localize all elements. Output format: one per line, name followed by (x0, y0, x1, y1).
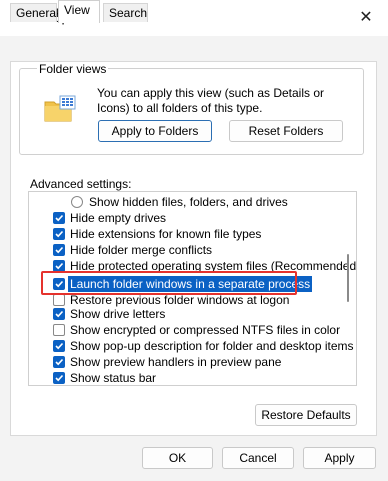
tab-view[interactable]: View (58, 0, 100, 23)
checkbox-checked[interactable] (53, 278, 65, 290)
list-item-label: Hide extensions for known file types (70, 227, 262, 241)
list-item[interactable]: Show preview handlers in preview pane (29, 354, 349, 370)
list-item-label: Show preview handlers in preview pane (70, 355, 282, 369)
list-item[interactable]: Hide extensions for known file types (29, 226, 349, 242)
checkbox-unchecked[interactable] (53, 324, 65, 336)
apply-to-folders-button[interactable]: Apply to Folders (98, 120, 212, 142)
list-item-label: Hide protected operating system files (R… (70, 259, 357, 273)
list-item-label: Hide empty drives (70, 211, 167, 225)
restore-defaults-button[interactable]: Restore Defaults (255, 404, 357, 426)
list-item[interactable]: Hide folder merge conflicts (29, 242, 349, 258)
checkbox-checked[interactable] (53, 212, 65, 224)
list-item-label: Show hidden files, folders, and drives (89, 195, 288, 209)
dialog-footer: OK Cancel Apply (0, 436, 388, 481)
radio-button[interactable] (71, 196, 83, 208)
checkbox-checked[interactable] (53, 372, 65, 384)
checkbox-checked[interactable] (53, 260, 65, 272)
tab-search[interactable]: Search (103, 3, 148, 22)
list-item-label: Hide folder merge conflicts (70, 243, 213, 257)
list-item[interactable]: Hide empty drives (29, 210, 349, 226)
list-item[interactable]: Show hidden files, folders, and drives (29, 194, 349, 210)
list-item[interactable]: Show status bar (29, 370, 349, 385)
checkbox-checked[interactable] (53, 308, 65, 320)
tab-general[interactable]: General (10, 3, 59, 22)
list-item-label: Launch folder windows in a separate proc… (68, 276, 313, 292)
close-icon[interactable]: ✕ (354, 6, 378, 30)
folder-views-description: You can apply this view (such as Details… (97, 86, 325, 115)
checkbox-checked[interactable] (53, 356, 65, 368)
folder-views-icon (44, 95, 76, 122)
scrollbar-thumb[interactable] (347, 254, 349, 302)
ok-button[interactable]: OK (142, 447, 213, 469)
list-item[interactable]: Show pop-up description for folder and d… (29, 338, 354, 354)
checkbox-checked[interactable] (53, 228, 65, 240)
advanced-settings-label: Advanced settings: (30, 177, 132, 191)
list-item-label: Show encrypted or compressed NTFS files … (70, 323, 341, 337)
checkbox-checked[interactable] (53, 244, 65, 256)
reset-folders-button[interactable]: Reset Folders (229, 120, 343, 142)
folder-options-window: Folder Options ✕ General View Search Fol… (0, 0, 388, 481)
advanced-settings-list[interactable]: Show hidden files, folders, and drives H… (28, 191, 357, 386)
checkbox-checked[interactable] (53, 340, 65, 352)
list-item-selected[interactable]: Launch folder windows in a separate proc… (29, 276, 349, 292)
list-item[interactable]: Show drive letters (29, 306, 349, 322)
list-item-label: Show pop-up description for folder and d… (70, 339, 354, 353)
list-item-label: Show drive letters (70, 307, 166, 321)
apply-button[interactable]: Apply (303, 447, 376, 469)
list-item-label: Show status bar (70, 371, 157, 385)
list-item[interactable]: Hide protected operating system files (R… (29, 258, 356, 274)
folder-views-label: Folder views (37, 62, 109, 76)
checkbox-unchecked[interactable] (53, 294, 65, 306)
list-item[interactable]: Show encrypted or compressed NTFS files … (29, 322, 349, 338)
cancel-button[interactable]: Cancel (222, 447, 294, 469)
